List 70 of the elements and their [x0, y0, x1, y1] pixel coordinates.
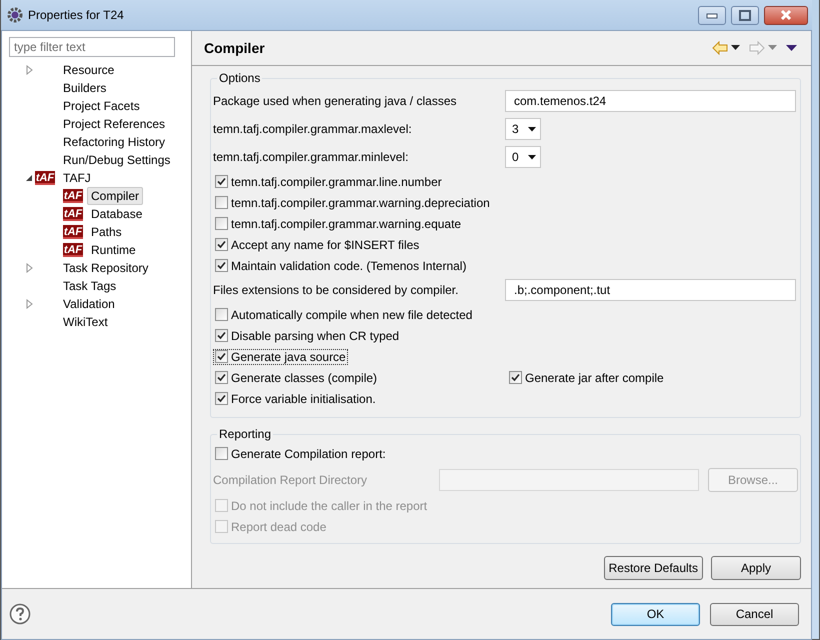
tafj-logo-icon: tAF	[35, 171, 55, 185]
tafj-logo-icon: tAF	[63, 207, 83, 221]
checkbox[interactable]: temn.tafj.compiler.grammar.warning.equate	[213, 216, 464, 232]
view-menu-icon[interactable]	[786, 44, 797, 52]
checkbox[interactable]: Force variable initialisation.	[213, 390, 378, 406]
checkmark-icon	[217, 352, 226, 361]
maximize-button[interactable]	[731, 6, 759, 24]
text-field[interactable]: .b;.component;.tut	[505, 279, 796, 301]
dialog-button[interactable]: OK	[611, 602, 700, 626]
tafj-logo-icon: tAF	[63, 225, 83, 239]
checkmark-icon	[217, 373, 226, 382]
tree-item[interactable]: WikiText	[59, 313, 112, 331]
minimize-button[interactable]	[698, 6, 726, 24]
tree-item[interactable]: Project Facets	[59, 97, 144, 115]
text-field[interactable]: com.temenos.t24	[505, 90, 796, 112]
tafj-logo-icon: tAF	[63, 243, 83, 257]
checkbox[interactable]: Automatically compile when new file detected	[213, 306, 474, 322]
help-icon[interactable]	[9, 603, 31, 625]
field-label: Files extensions to be considered by compiler.	[213, 283, 460, 297]
tree-item[interactable]: Compiler	[87, 187, 144, 205]
tree-item[interactable]: Builders	[59, 79, 110, 97]
close-button[interactable]	[764, 6, 808, 24]
tree-item[interactable]: Resource	[59, 61, 118, 79]
field-label: temn.tafj.compiler.grammar.maxlevel:	[213, 122, 413, 136]
checkmark-icon	[511, 373, 520, 382]
filter-field[interactable]: type filter text	[9, 37, 175, 57]
dropdown-caret-icon	[528, 126, 536, 132]
checkbox[interactable]: temn.tafj.compiler.grammar.warning.depreciation	[213, 194, 492, 210]
close-icon	[778, 9, 794, 21]
tafj-logo-icon: tAF	[63, 189, 83, 203]
maximize-icon	[737, 9, 753, 21]
group-title: Options	[217, 71, 262, 85]
tree-item[interactable]: Runtime	[87, 241, 140, 259]
tree-item[interactable]: Paths	[87, 223, 126, 241]
window-title: Properties for T24	[28, 8, 125, 22]
group-title: Reporting	[217, 427, 274, 441]
checkbox[interactable]: Maintain validation code. (Temenos Internal)	[213, 258, 468, 274]
dropdown[interactable]: 3	[505, 118, 541, 140]
field-label: Compilation Report Directory	[213, 472, 368, 486]
text-field[interactable]	[439, 468, 699, 490]
checkmark-icon	[217, 394, 226, 403]
checkmark-icon	[217, 331, 226, 340]
dropdown-caret-icon	[528, 154, 536, 160]
checkbox[interactable]: Generate java source	[213, 348, 348, 364]
field-label: Package used when generating java / classes	[213, 94, 458, 108]
checkbox[interactable]: Accept any name for $INSERT files	[213, 236, 422, 252]
tree-item[interactable]: Project References	[59, 115, 170, 133]
dialog-button[interactable]: Cancel	[710, 602, 799, 626]
tree-item[interactable]: TAFJ	[59, 169, 95, 187]
tree-item[interactable]: Run/Debug Settings	[59, 151, 174, 169]
tree-item[interactable]: Task Tags	[59, 277, 120, 295]
apply-button[interactable]: Apply	[711, 556, 801, 580]
checkbox[interactable]: Generate jar after compile	[507, 370, 666, 386]
dropdown[interactable]: 0	[505, 146, 541, 168]
checkmark-icon	[217, 240, 226, 249]
settings-icon	[7, 7, 23, 23]
tree-item[interactable]: Validation	[59, 295, 119, 313]
dropdown-caret-icon[interactable]	[731, 45, 740, 51]
field-label: temn.tafj.compiler.grammar.minlevel:	[213, 150, 410, 164]
tree-item[interactable]: Database	[87, 205, 146, 223]
restore-defaults-button[interactable]: Restore Defaults	[604, 556, 703, 580]
checkmark-icon	[217, 261, 226, 270]
checkbox[interactable]: temn.tafj.compiler.grammar.line.number	[213, 174, 444, 190]
checkbox[interactable]: Generate Compilation report:	[213, 446, 388, 462]
tree-item[interactable]: Refactoring History	[59, 133, 170, 151]
checkmark-icon	[217, 177, 226, 186]
checkbox[interactable]: Generate classes (compile)	[213, 370, 507, 386]
checkbox[interactable]: Disable parsing when CR typed	[213, 328, 402, 344]
page-title: Compiler	[204, 40, 266, 56]
tree-item[interactable]: Task Repository	[59, 259, 152, 277]
